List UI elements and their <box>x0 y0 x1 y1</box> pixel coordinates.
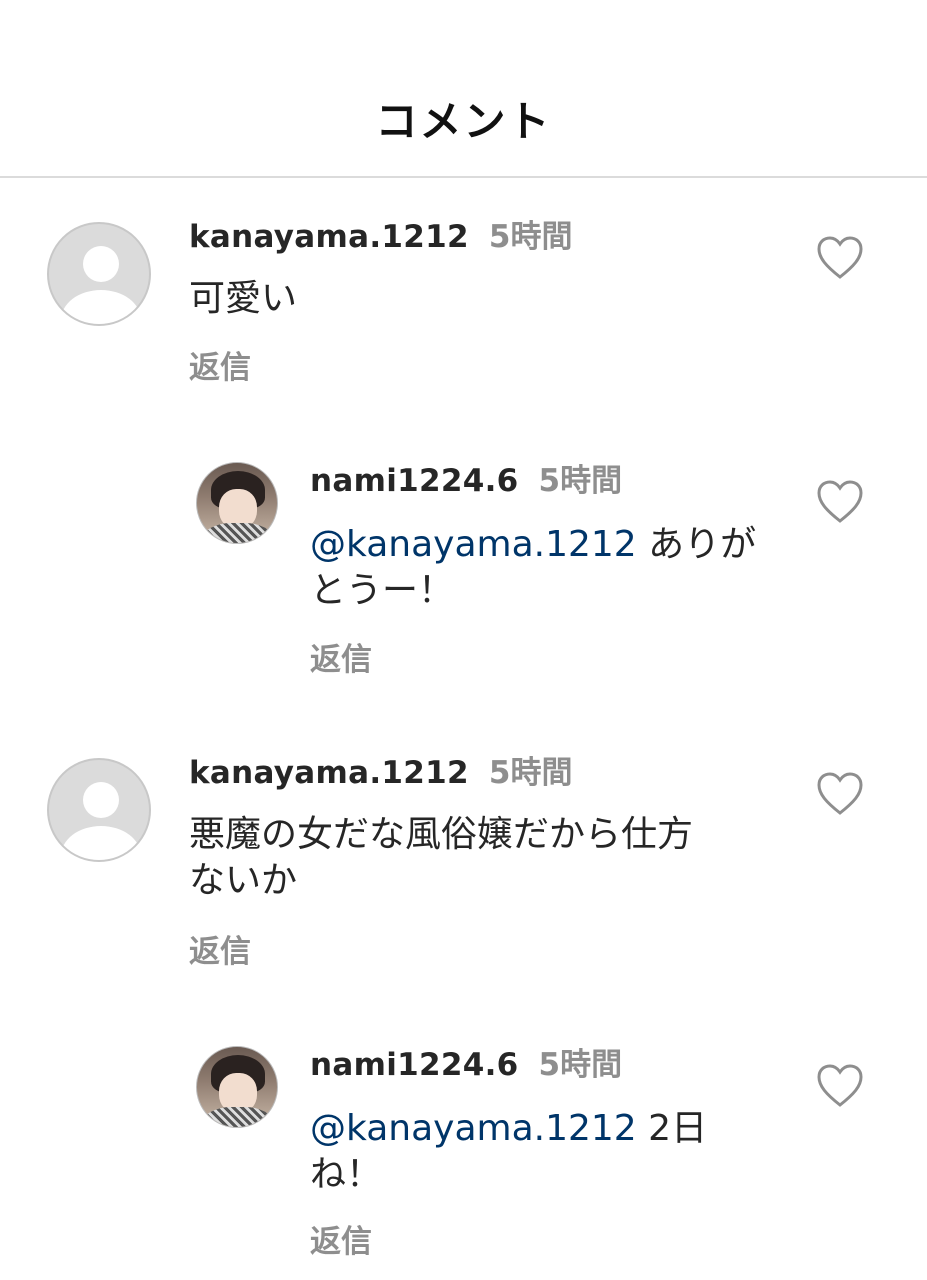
mention-link[interactable]: @kanayama.1212 <box>310 1108 637 1149</box>
like-heart-icon[interactable] <box>816 772 864 816</box>
comment-text: 悪魔の女だな風俗嬢だから仕方 ないか <box>189 814 694 901</box>
reply-button[interactable]: 返信 <box>189 926 251 971</box>
reply-button[interactable]: 返信 <box>310 1216 372 1261</box>
mention-link[interactable]: @kanayama.1212 <box>310 524 637 565</box>
like-heart-icon[interactable] <box>816 480 864 524</box>
comments-header: コメント <box>0 0 927 178</box>
comment-time: 5時間 <box>538 463 623 499</box>
like-heart-icon[interactable] <box>816 236 864 280</box>
comment-time: 5時間 <box>488 219 573 255</box>
avatar[interactable] <box>47 758 151 862</box>
comment-text: @kanayama.1212 ありが とうー！ <box>310 524 757 611</box>
comment-time: 5時間 <box>538 1047 623 1083</box>
comment-text: @kanayama.1212 2日 ね！ <box>310 1108 708 1195</box>
comment-username[interactable]: nami1224.6 <box>310 1047 519 1083</box>
avatar[interactable] <box>196 462 278 544</box>
page-title: コメント <box>375 97 552 146</box>
comment-username[interactable]: kanayama.1212 <box>189 755 469 791</box>
comment-text: 可愛い <box>189 278 298 319</box>
default-avatar-icon <box>83 782 119 818</box>
default-avatar-icon <box>83 246 119 282</box>
like-heart-icon[interactable] <box>816 1064 864 1108</box>
comment-time: 5時間 <box>488 755 573 791</box>
reply-button[interactable]: 返信 <box>310 634 372 679</box>
reply-button[interactable]: 返信 <box>189 342 251 387</box>
comment-username[interactable]: nami1224.6 <box>310 463 519 499</box>
comment-username[interactable]: kanayama.1212 <box>189 219 469 255</box>
avatar[interactable] <box>47 222 151 326</box>
avatar[interactable] <box>196 1046 278 1128</box>
